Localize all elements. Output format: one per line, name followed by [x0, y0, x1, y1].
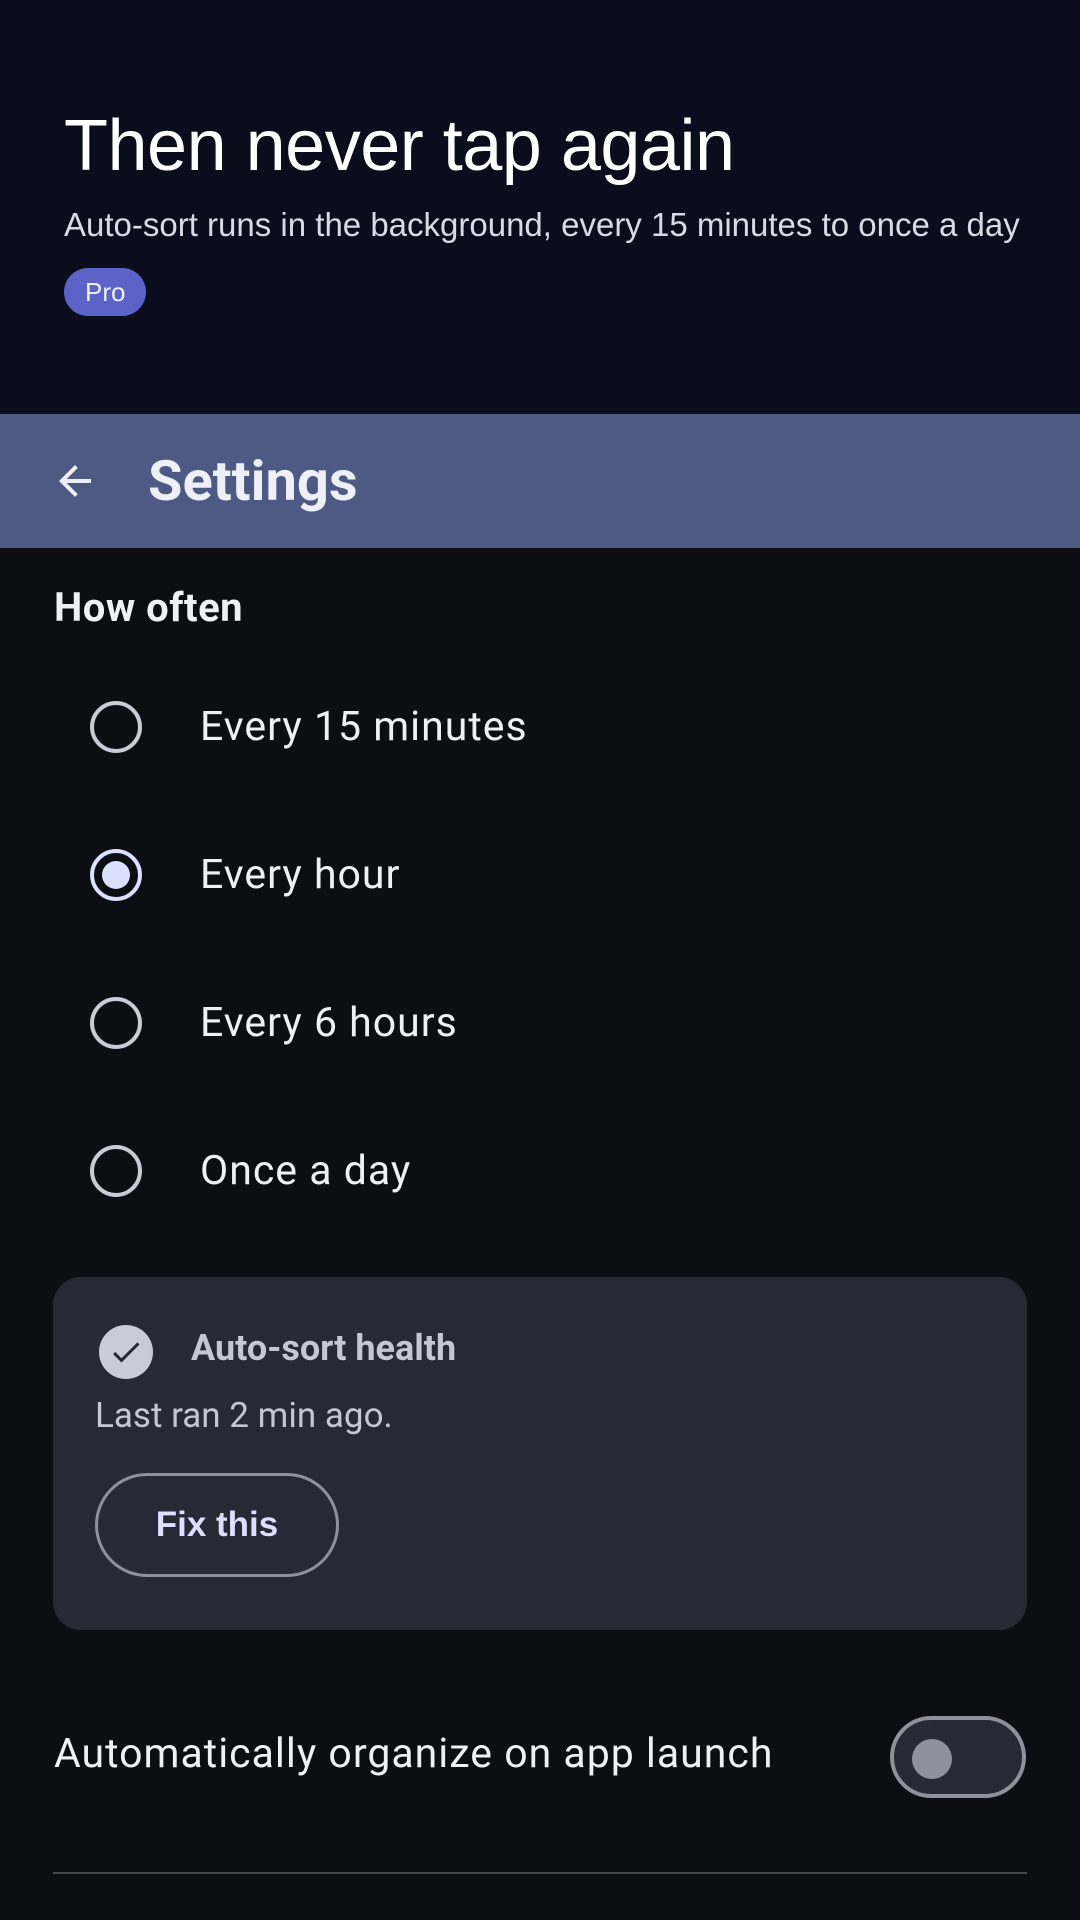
top-app-bar: Settings — [0, 414, 1080, 548]
radio-option-every-6-hours[interactable]: Every 6 hours — [0, 963, 1080, 1083]
radio-label: Every 6 hours — [200, 999, 458, 1047]
radio-label: Every hour — [200, 851, 401, 899]
radio-button-selected[interactable] — [90, 849, 142, 901]
radio-button[interactable] — [90, 997, 142, 1049]
auto-sort-health-card: Auto-sort health Last ran 2 min ago. Fix… — [53, 1277, 1027, 1630]
radio-button[interactable] — [90, 1145, 142, 1197]
pro-badge: Pro — [64, 268, 147, 316]
divider — [53, 1872, 1027, 1874]
radio-option-once-a-day[interactable]: Once a day — [0, 1111, 1080, 1231]
radio-label: Once a day — [200, 1147, 412, 1195]
hero-subtitle: Auto-sort runs in the background, every … — [64, 206, 1020, 243]
launch-organize-setting[interactable]: Automatically organize on app launch — [0, 1702, 1080, 1812]
hero-banner: Then never tap again Auto-sort runs in t… — [0, 0, 1080, 414]
radio-option-every-hour[interactable]: Every hour — [0, 815, 1080, 935]
section-title-how-often: How often — [54, 584, 244, 631]
check-circle-icon — [99, 1325, 153, 1379]
radio-label: Every 15 minutes — [200, 703, 528, 751]
health-status-text: Last ran 2 min ago. — [95, 1395, 393, 1436]
arrow-left-icon — [59, 465, 91, 497]
switch-knob — [912, 1739, 952, 1779]
back-button[interactable] — [35, 441, 115, 521]
launch-organize-switch[interactable] — [890, 1716, 1026, 1798]
hero-title: Then never tap again — [64, 106, 735, 186]
radio-option-every-15-minutes[interactable]: Every 15 minutes — [0, 667, 1080, 787]
toggle-label: Automatically organize on app launch — [54, 1730, 774, 1778]
page-title: Settings — [148, 448, 358, 514]
fix-this-button[interactable]: Fix this — [95, 1473, 339, 1577]
health-title: Auto-sort health — [191, 1327, 457, 1369]
radio-button[interactable] — [90, 701, 142, 753]
